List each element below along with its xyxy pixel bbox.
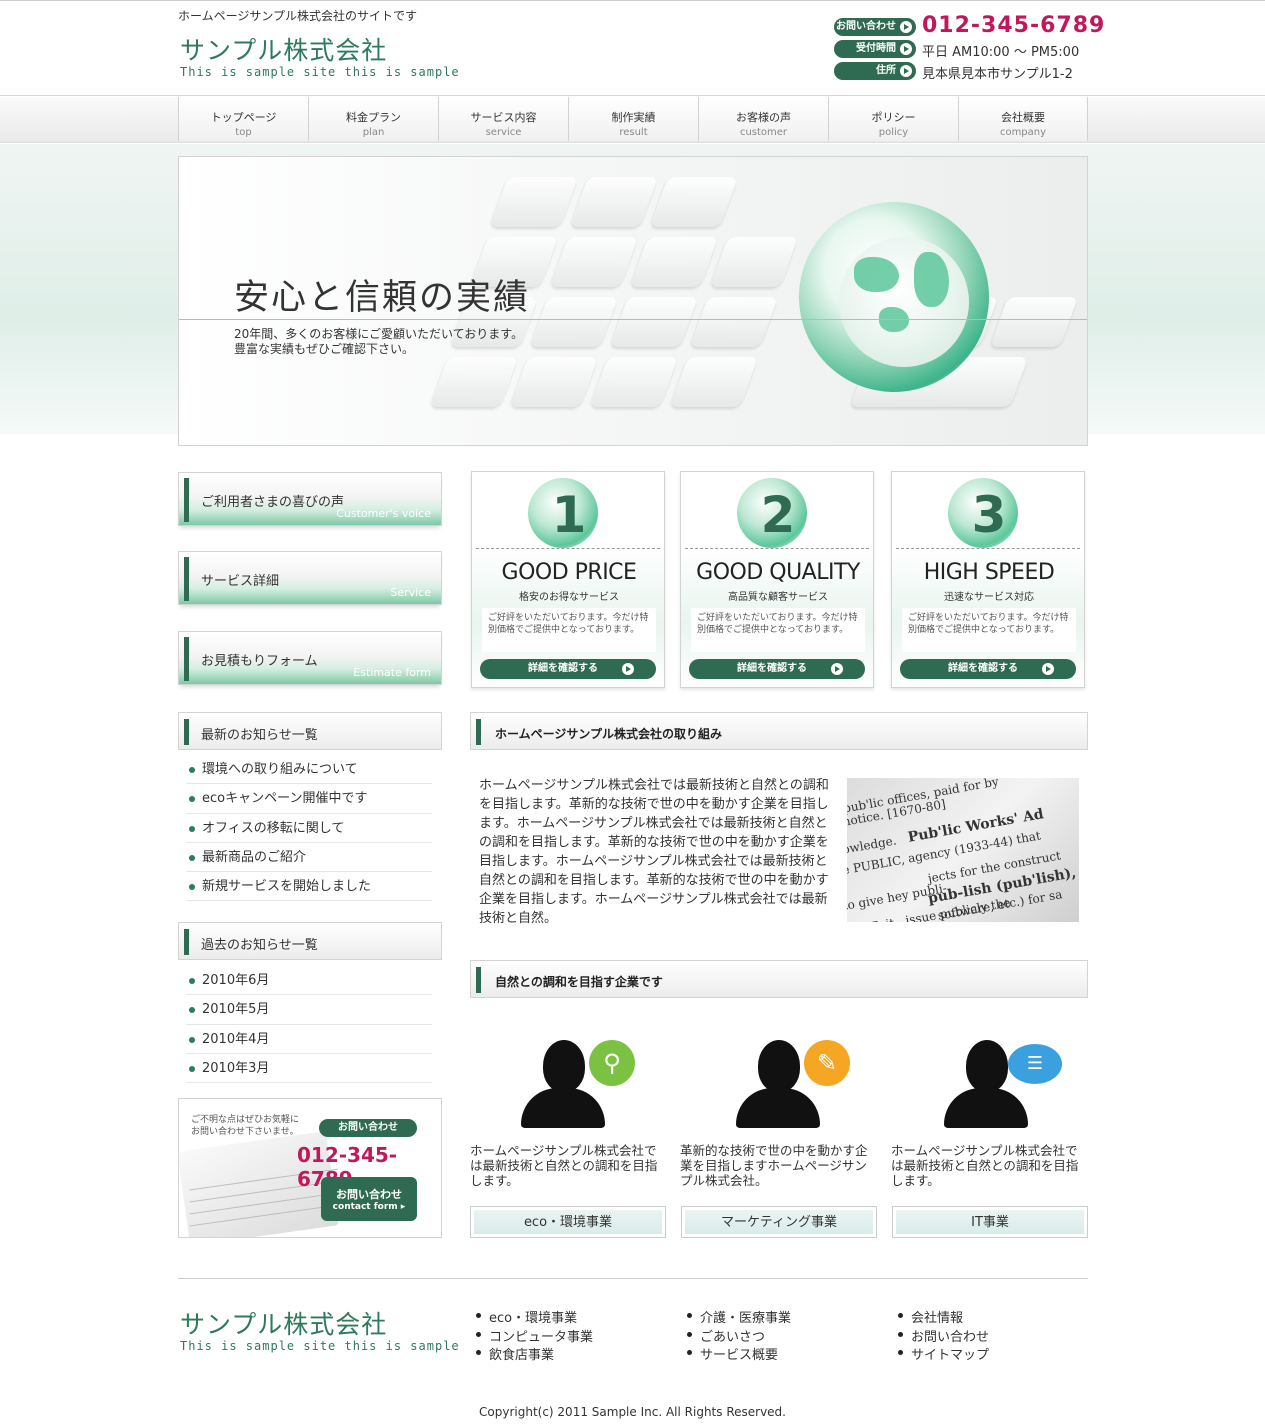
nav-item-customer[interactable]: お客様の声 customer [698, 97, 828, 141]
nav-item-policy[interactable]: ポリシー policy [828, 97, 958, 141]
news-item[interactable]: 新規サービスを開始しました [186, 872, 432, 902]
news-item[interactable]: 環境への取り組みについて [186, 755, 432, 785]
feature-detail-button[interactable]: 詳細を確認する [480, 659, 656, 679]
archive-item[interactable]: 2010年6月 [186, 966, 432, 996]
global-nav: トップページ top 料金プラン plan サービス内容 service 制作実績 re… [0, 97, 1265, 143]
footer-links-col2: 介護・医療事業 ごあいさつ サービス概要 [686, 1307, 876, 1363]
feature-card-quality: 2 GOOD QUALITY 高品質な顧客サービス ご好評をいただいております。… [680, 471, 874, 688]
nav-item-result[interactable]: 制作実績 result [568, 97, 698, 141]
business-description: 革新的な技術で世の中を動かす企業を目指しますホームページサンプル株式会社。 [680, 1143, 868, 1188]
chat-icon: ☰ [1008, 1044, 1062, 1084]
play-icon [900, 21, 912, 33]
header-address: 見本県見本市サンプル1-2 [922, 67, 1073, 82]
hours-badge: 受付時間 [834, 40, 916, 58]
feature-subtitle: 迅速なサービス対応 [944, 592, 1034, 603]
footer-link[interactable]: ごあいさつ [686, 1326, 876, 1345]
feature-title: HIGH SPEED [923, 560, 1055, 585]
play-icon [900, 65, 912, 77]
footer-link[interactable]: eco・環境事業 [475, 1307, 665, 1326]
dictionary-photo: pub'lic offices, paid for by notice. [16… [847, 778, 1079, 922]
footer-link[interactable]: 介護・医療事業 [686, 1307, 876, 1326]
header-hours-row: 受付時間 平日 AM10:00 ～ PM5:00 [834, 40, 1254, 60]
footer-logo-subtitle: This is sample site this is sample [180, 1339, 460, 1353]
copyright: Copyright(c) 2011 Sample Inc. All Rights… [479, 1405, 786, 1419]
hero-banner: 安心と信頼の実績 20年間、多くのお客様にご愛顧いただいております。 豊富な実績… [178, 156, 1088, 446]
banner-customer-voice[interactable]: ご利用者さまの喜びの声 Customer's voice [178, 472, 442, 526]
section-heading-initiatives: ホームページサンプル株式会社の取り組み [470, 712, 1088, 750]
feature-description: ご好評をいただいております。今だけ特別価格でご提供中となっております。 [482, 608, 656, 652]
address-badge: 住所 [834, 62, 916, 80]
person-icon: ✎ [736, 1040, 866, 1130]
pencil-icon: ✎ [804, 1040, 850, 1086]
archive-item[interactable]: 2010年3月 [186, 1054, 432, 1084]
feature-description: ご好評をいただいております。今だけ特別価格でご提供中となっております。 [902, 608, 1076, 652]
feature-card-price: 1 GOOD PRICE 格安のお得なサービス ご好評をいただいております。今だ… [471, 471, 665, 688]
footer-link[interactable]: お問い合わせ [897, 1326, 1087, 1345]
play-icon [831, 663, 843, 675]
marketing-business-button[interactable]: マーケティング事業 [681, 1206, 877, 1238]
header-address-row: 住所 見本県見本市サンプル1-2 [834, 62, 1254, 82]
sidebar-contact-box: ご不明な点はぜひお気軽に お問い合わせ下さいませ。 お問い合わせ 012-345… [178, 1098, 442, 1238]
site-logo-subtitle: This is sample site this is sample [180, 65, 460, 79]
feature-description: ご好評をいただいております。今だけ特別価格でご提供中となっております。 [691, 608, 865, 652]
past-news-list: 2010年6月 2010年5月 2010年4月 2010年3月 [186, 966, 432, 1084]
site-tagline: ホームページサンプル株式会社のサイトです [178, 9, 418, 23]
footer-link[interactable]: コンピュータ事業 [475, 1326, 665, 1345]
hero-title: 安心と信頼の実績 [234, 278, 531, 318]
footer-links-col1: eco・環境事業 コンピュータ事業 飲食店事業 [475, 1307, 665, 1363]
footer-link[interactable]: 会社情報 [897, 1307, 1087, 1326]
business-description: ホームページサンプル株式会社では最新技術と自然との調和を目指します。 [470, 1143, 658, 1188]
nav-item-plan[interactable]: 料金プラン plan [308, 97, 438, 141]
magnifier-icon: ⚲ [589, 1040, 635, 1086]
hero-description: 20年間、多くのお客様にご愛顧いただいております。 豊富な実績もぜひご確認下さい… [234, 327, 524, 356]
feature-title: GOOD QUALITY [696, 560, 860, 585]
nav-item-top[interactable]: トップページ top [178, 97, 308, 141]
news-item[interactable]: オフィスの移転に関して [186, 814, 432, 843]
contact-note: ご不明な点はぜひお気軽に お問い合わせ下さいませ。 [191, 1115, 300, 1137]
footer-link[interactable]: サイトマップ [897, 1344, 1087, 1363]
play-icon [622, 663, 634, 675]
nav-item-company[interactable]: 会社概要 company [958, 97, 1088, 141]
contact-form-button[interactable]: お問い合わせ contact form ▸ [321, 1177, 417, 1221]
banner-service[interactable]: サービス詳細 Service [178, 551, 442, 605]
news-list: 環境への取り組みについて ecoキャンペーン開催中です オフィスの移転に関して … [186, 755, 432, 902]
news-item[interactable]: ecoキャンペーン開催中です [186, 784, 432, 814]
nav-list: トップページ top 料金プラン plan サービス内容 service 制作実績 re… [178, 97, 1088, 141]
header-contact-row: お問い合わせ 012-345-6789 [834, 13, 1254, 38]
contact-pill-button[interactable]: お問い合わせ [319, 1119, 417, 1137]
header-phone[interactable]: 012-345-6789 [922, 13, 1105, 38]
initiatives-body: ホームページサンプル株式会社では最新技術と自然との調和を目指します。革新的な技術… [479, 778, 829, 926]
banner-estimate-form[interactable]: お見積もりフォーム Estimate form [178, 631, 442, 685]
past-news-heading: 過去のお知らせ一覧 [178, 922, 442, 960]
feature-title: GOOD PRICE [501, 560, 637, 585]
feature-detail-button[interactable]: 詳細を確認する [689, 659, 865, 679]
nav-item-service[interactable]: サービス内容 service [438, 97, 568, 141]
site-header: ホームページサンプル株式会社のサイトです サンプル株式会社 This is sa… [0, 0, 1265, 96]
footer-link[interactable]: サービス概要 [686, 1344, 876, 1363]
footer-logo[interactable]: サンプル株式会社 [180, 1305, 387, 1341]
news-heading: 最新のお知らせ一覧 [178, 712, 442, 750]
footer-links-col3: 会社情報 お問い合わせ サイトマップ [897, 1307, 1087, 1363]
footer-link[interactable]: 飲食店事業 [475, 1344, 665, 1363]
it-business-button[interactable]: IT事業 [892, 1206, 1088, 1238]
site-logo[interactable]: サンプル株式会社 [180, 31, 387, 67]
play-icon [1042, 663, 1054, 675]
feature-card-speed: 3 HIGH SPEED 迅速なサービス対応 ご好評をいただいております。今だけ… [891, 471, 1085, 688]
header-hours: 平日 AM10:00 ～ PM5:00 [922, 45, 1080, 60]
news-item[interactable]: 最新商品のご紹介 [186, 843, 432, 873]
feature-detail-button[interactable]: 詳細を確認する [900, 659, 1076, 679]
feature-subtitle: 格安のお得なサービス [519, 592, 619, 603]
section-heading-harmony: 自然との調和を目指す企業です [470, 960, 1088, 998]
footer-divider [178, 1278, 1088, 1279]
archive-item[interactable]: 2010年4月 [186, 1025, 432, 1054]
play-icon [900, 43, 912, 55]
eco-business-button[interactable]: eco・環境事業 [470, 1206, 666, 1238]
archive-item[interactable]: 2010年5月 [186, 995, 432, 1025]
contact-badge[interactable]: お問い合わせ [834, 18, 916, 36]
person-icon: ⚲ [521, 1040, 651, 1130]
feature-subtitle: 高品質な顧客サービス [728, 592, 828, 603]
person-icon: ☰ [944, 1040, 1074, 1130]
keyboard-image [429, 177, 1087, 445]
business-description: ホームページサンプル株式会社では最新技術と自然との調和を目指します。 [891, 1143, 1079, 1188]
